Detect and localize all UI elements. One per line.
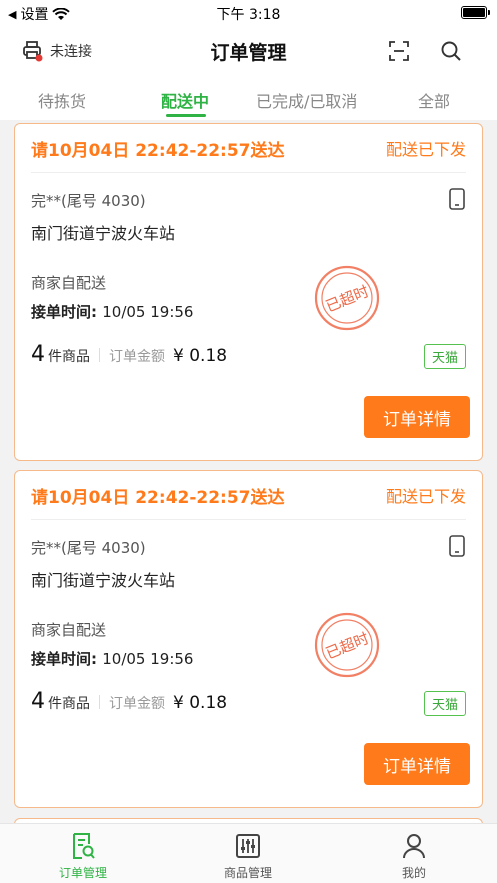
goods-count: 4 xyxy=(31,342,45,367)
tabbar-mine[interactable]: 我的 xyxy=(364,832,464,881)
platform-badge: 天猫 xyxy=(423,691,466,716)
user-icon xyxy=(403,834,425,859)
scan-icon[interactable] xyxy=(388,40,410,62)
accept-time-label: 接单时间: xyxy=(31,303,97,321)
order-summary: 4 件商品 订单金额 ¥ 0.18 xyxy=(31,689,227,714)
bottom-tab-bar: 订单管理 商品管理 我的 xyxy=(0,823,497,883)
tabbar-product-management[interactable]: 商品管理 xyxy=(198,832,298,881)
sliders-icon xyxy=(236,834,260,858)
battery-icon xyxy=(461,6,490,19)
separator xyxy=(99,347,100,362)
tabbar-label: 订单管理 xyxy=(58,866,107,880)
divider xyxy=(31,172,466,173)
order-card[interactable]: 请10月04日 22:42-22:57送达 配送已下发 完**(尾号 4030)… xyxy=(14,470,483,808)
order-amount: ¥ 0.18 xyxy=(173,693,228,713)
order-summary: 4 件商品 订单金额 ¥ 0.18 xyxy=(31,342,227,367)
accept-time-value: 10/05 19:56 xyxy=(102,650,194,668)
page-title: 订单管理 xyxy=(210,42,287,64)
overdue-stamp-text: 已超时 xyxy=(323,282,371,316)
accept-time: 接单时间: 10/05 19:56 xyxy=(31,648,193,669)
amount-label: 订单金额 xyxy=(109,696,165,712)
search-icon[interactable] xyxy=(440,40,462,62)
order-list-icon xyxy=(73,833,95,859)
goods-unit: 件商品 xyxy=(48,349,90,365)
active-tab-indicator xyxy=(166,114,206,117)
goods-count: 4 xyxy=(31,689,45,714)
delivery-address: 南门街道宁波火车站 xyxy=(31,571,176,590)
order-status: 配送已下发 xyxy=(385,487,466,506)
platform-badge: 天猫 xyxy=(423,344,466,369)
overdue-stamp-text: 已超时 xyxy=(323,629,371,663)
nav-bar: 未连接 订单管理 xyxy=(0,26,497,76)
order-status-tabs: 待拣货 配送中 已完成/已取消 全部 xyxy=(0,76,497,120)
order-detail-button[interactable]: 订单详情 xyxy=(364,396,470,438)
goods-unit: 件商品 xyxy=(48,696,90,712)
overdue-stamp: 已超时 xyxy=(314,265,380,331)
accept-time-value: 10/05 19:56 xyxy=(102,303,194,321)
accept-time: 接单时间: 10/05 19:56 xyxy=(31,301,193,322)
customer-name: 完**(尾号 4030) xyxy=(31,192,146,210)
amount-label: 订单金额 xyxy=(109,349,165,365)
tab-all[interactable]: 全部 xyxy=(418,88,450,112)
separator xyxy=(99,694,100,709)
divider xyxy=(31,519,466,520)
order-status: 配送已下发 xyxy=(385,140,466,159)
status-time: 下午 3:18 xyxy=(216,7,281,23)
delivery-type: 商家自配送 xyxy=(31,621,107,639)
customer-name: 完**(尾号 4030) xyxy=(31,539,146,557)
order-amount: ¥ 0.18 xyxy=(173,346,228,366)
order-detail-button[interactable]: 订单详情 xyxy=(364,743,470,785)
overdue-stamp: 已超时 xyxy=(314,612,380,678)
delivery-deadline: 请10月04日 22:42-22:57送达 xyxy=(31,488,285,508)
tabbar-order-management[interactable]: 订单管理 xyxy=(33,832,133,881)
tabbar-label: 商品管理 xyxy=(223,866,272,880)
tab-completed-cancelled[interactable]: 已完成/已取消 xyxy=(256,88,357,112)
delivery-deadline: 请10月04日 22:42-22:57送达 xyxy=(31,141,285,161)
status-bar: ◀ 设置 下午 3:18 xyxy=(0,0,497,26)
delivery-address: 南门街道宁波火车站 xyxy=(31,224,176,243)
phone-icon[interactable] xyxy=(448,535,466,557)
order-card[interactable]: 请10月04日 22:42-22:57送达 配送已下发 完**(尾号 4030)… xyxy=(14,123,483,461)
tabbar-label: 我的 xyxy=(401,866,426,880)
phone-icon[interactable] xyxy=(448,188,466,210)
delivery-type: 商家自配送 xyxy=(31,274,107,292)
accept-time-label: 接单时间: xyxy=(31,650,97,668)
tab-to-pick[interactable]: 待拣货 xyxy=(38,88,86,112)
tab-delivering[interactable]: 配送中 xyxy=(161,88,209,112)
